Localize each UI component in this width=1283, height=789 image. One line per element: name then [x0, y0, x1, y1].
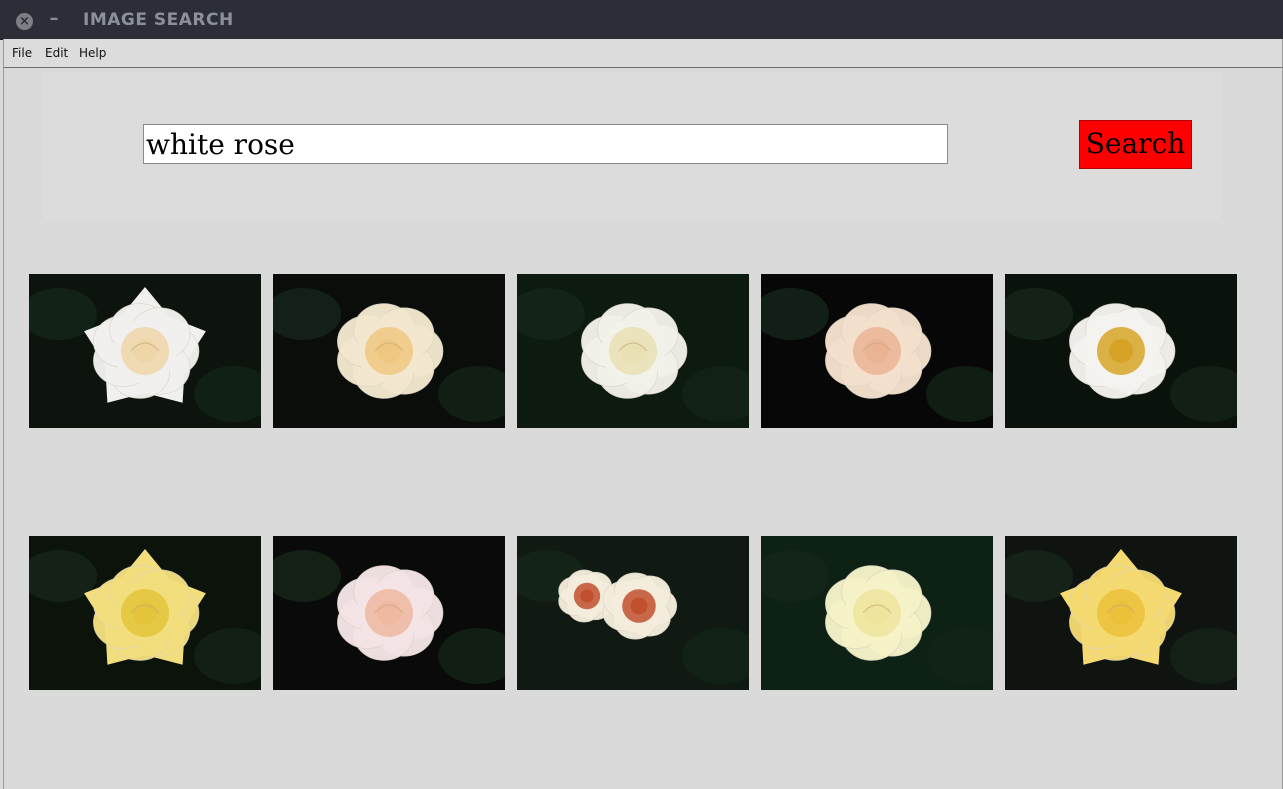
result-image[interactable] [517, 536, 749, 690]
result-image[interactable] [517, 274, 749, 428]
result-image[interactable] [273, 274, 505, 428]
minimize-icon[interactable]: – [47, 9, 61, 29]
window-title: IMAGE SEARCH [83, 10, 234, 30]
search-button[interactable]: Search [1079, 120, 1192, 169]
app-window: × – IMAGE SEARCH File Edit Help Search [0, 0, 1283, 789]
result-image[interactable] [273, 536, 505, 690]
menu-bar: File Edit Help [3, 39, 1283, 68]
result-image[interactable] [1005, 536, 1237, 690]
menu-help[interactable]: Help [79, 46, 106, 60]
result-image[interactable] [761, 536, 993, 690]
close-icon[interactable]: × [16, 13, 33, 30]
result-image[interactable] [1005, 274, 1237, 428]
result-image[interactable] [761, 274, 993, 428]
menu-file[interactable]: File [12, 46, 32, 60]
title-bar: × – IMAGE SEARCH [0, 0, 1283, 40]
search-input[interactable] [143, 124, 948, 164]
result-image[interactable] [29, 536, 261, 690]
result-image[interactable] [29, 274, 261, 428]
menu-edit[interactable]: Edit [45, 46, 68, 60]
